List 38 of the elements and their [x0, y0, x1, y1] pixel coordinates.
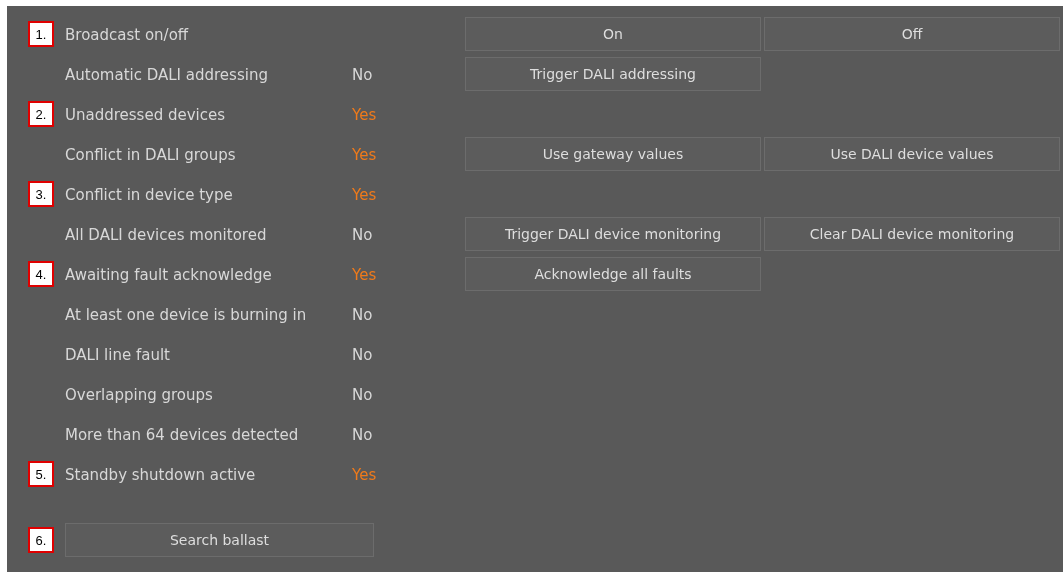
action-button[interactable]: Trigger DALI device monitoring: [465, 217, 761, 251]
status-value: No: [352, 225, 373, 244]
status-value: Yes: [352, 465, 377, 484]
status-value: Yes: [352, 265, 377, 284]
status-value: No: [352, 305, 373, 324]
action-button[interactable]: On: [465, 17, 761, 51]
status-label: Broadcast on/off: [65, 25, 189, 44]
action-button[interactable]: Trigger DALI addressing: [465, 57, 761, 91]
search-ballast-button[interactable]: Search ballast: [65, 523, 374, 557]
callout-number: 3.: [28, 181, 54, 207]
callout-number: 2.: [28, 101, 54, 127]
status-value: No: [352, 385, 373, 404]
callout-number: 5.: [28, 461, 54, 487]
callout-number: 6.: [28, 527, 54, 553]
status-label: Conflict in DALI groups: [65, 145, 236, 164]
status-value: No: [352, 65, 373, 84]
action-button[interactable]: Acknowledge all faults: [465, 257, 761, 291]
status-label: All DALI devices monitored: [65, 225, 267, 244]
status-value: No: [352, 425, 373, 444]
status-label: At least one device is burning in: [65, 305, 307, 324]
status-label: More than 64 devices detected: [65, 425, 299, 444]
status-label: Conflict in device type: [65, 185, 233, 204]
status-label: Awaiting fault acknowledge: [65, 265, 272, 284]
status-label: Overlapping groups: [65, 385, 213, 404]
status-label: Standby shutdown active: [65, 465, 256, 484]
action-button[interactable]: Use gateway values: [465, 137, 761, 171]
callout-number: 1.: [28, 21, 54, 47]
status-value: Yes: [352, 105, 377, 124]
status-value: Yes: [352, 185, 377, 204]
status-label: Automatic DALI addressing: [65, 65, 268, 84]
action-button[interactable]: Off: [764, 17, 1060, 51]
status-value: Yes: [352, 145, 377, 164]
status-label: DALI line fault: [65, 345, 170, 364]
action-button[interactable]: Clear DALI device monitoring: [764, 217, 1060, 251]
action-button[interactable]: Use DALI device values: [764, 137, 1060, 171]
callout-number: 4.: [28, 261, 54, 287]
status-label: Unaddressed devices: [65, 105, 226, 124]
status-value: No: [352, 345, 373, 364]
